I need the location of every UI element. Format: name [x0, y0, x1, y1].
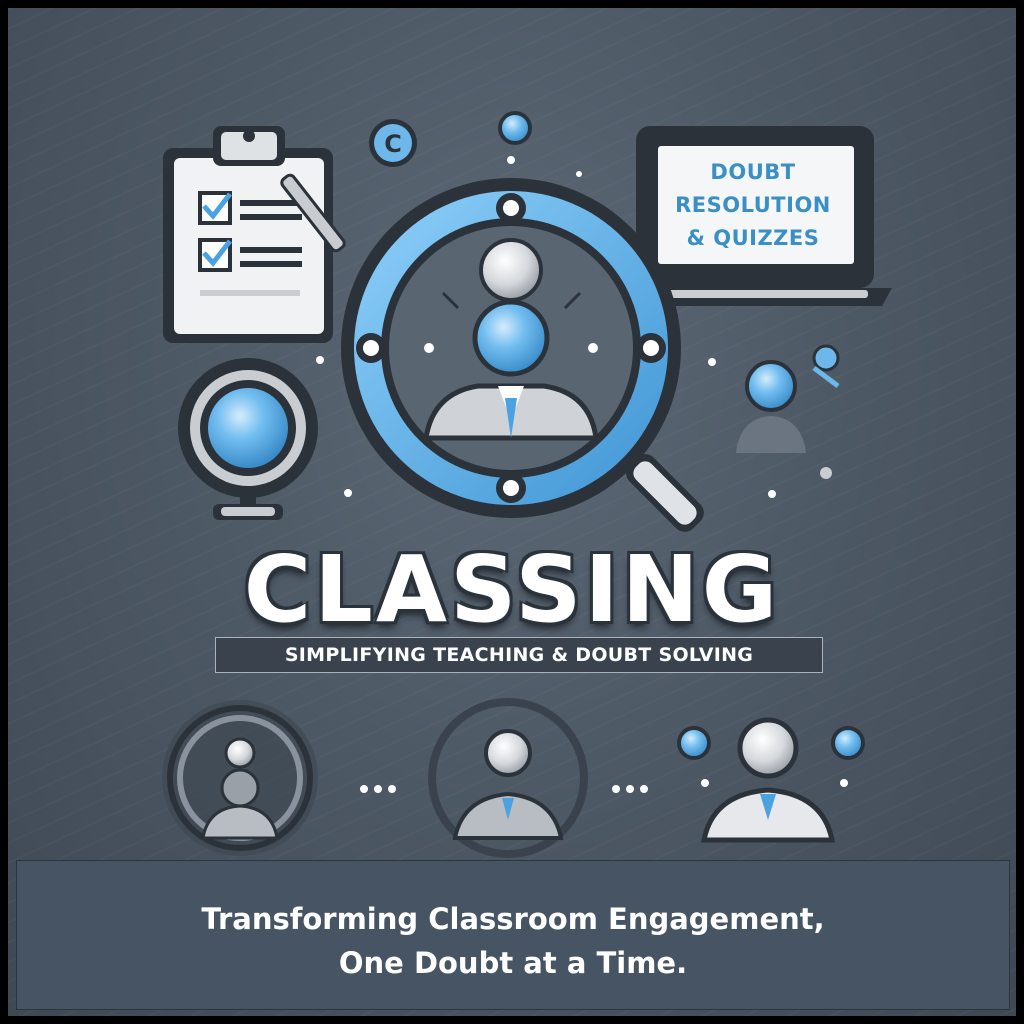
globe-icon	[178, 358, 318, 520]
footer-line: One Doubt at a Time.	[338, 946, 688, 980]
laptop-screen-line: RESOLUTION	[675, 193, 831, 217]
dot-icon	[344, 489, 352, 497]
footer-text: Transforming Classroom Engagement, One D…	[17, 897, 1009, 985]
laptop-screen-line: DOUBT	[710, 160, 796, 184]
user-icon	[428, 698, 588, 858]
dot-icon	[316, 356, 324, 364]
user-icon	[677, 717, 865, 843]
brand-tagline: SIMPLIFYING TEACHING & DOUBT SOLVING	[215, 637, 823, 673]
footer-panel: Transforming Classroom Engagement, One D…	[16, 860, 1010, 1010]
dot-icon	[708, 358, 716, 366]
copyright-icon: C	[369, 119, 417, 167]
brand-name: CLASSING	[243, 536, 781, 643]
user-icon	[736, 344, 840, 453]
ellipsis-icon	[360, 785, 396, 793]
clipboard-checklist-icon	[163, 126, 346, 343]
dot-icon	[768, 490, 776, 498]
laptop-screen-line: & QUIZZES	[686, 226, 820, 250]
dot-icon	[507, 156, 515, 164]
ellipsis-icon	[612, 785, 648, 793]
dot-icon	[820, 467, 832, 479]
laptop-screen-text: DOUBT RESOLUTION & QUIZZES	[663, 156, 843, 255]
dot-icon	[576, 171, 582, 177]
footer-line: Transforming Classroom Engagement,	[201, 902, 825, 936]
poster: C DOUBT RESOLUTION & QUIZZES CLASSING SI…	[8, 8, 1016, 1016]
svg-text:C: C	[384, 130, 402, 158]
dot-icon	[498, 111, 532, 145]
user-icon	[162, 700, 318, 856]
